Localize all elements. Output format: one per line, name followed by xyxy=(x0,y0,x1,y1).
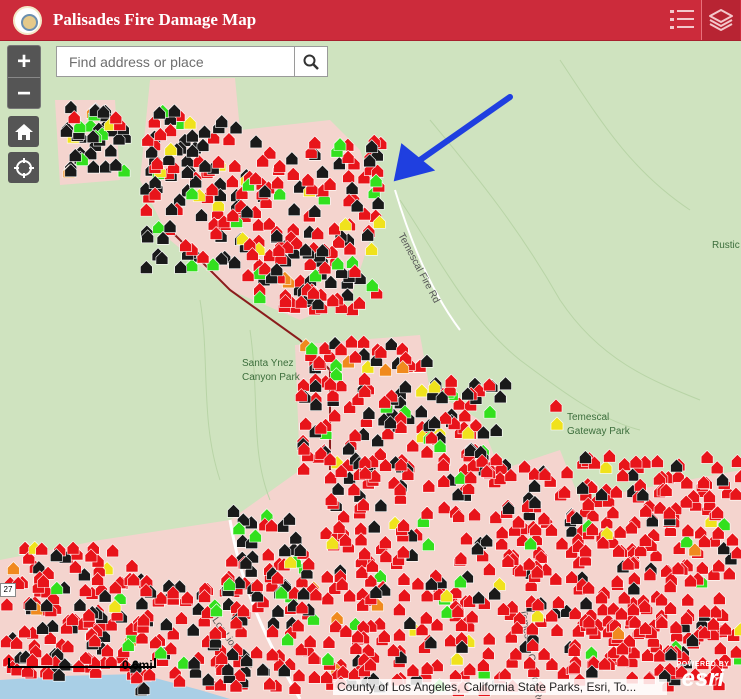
page-title: Palisades Fire Damage Map xyxy=(53,10,257,29)
home-button[interactable] xyxy=(8,116,39,147)
zoom-out-button[interactable]: − xyxy=(8,78,40,109)
search-icon xyxy=(303,54,319,70)
search-box xyxy=(56,46,328,77)
layers-icon xyxy=(709,9,733,31)
esri-wordmark: esri xyxy=(681,665,725,692)
park-label-rustic: Rustic xyxy=(712,240,740,251)
park-label-gateway-park: Gateway Park xyxy=(567,426,631,437)
city-seal-logo xyxy=(13,5,42,35)
highway-shield: 27 xyxy=(0,583,16,597)
fire-damage-map[interactable]: Temescal Fire Rd Los Liones Dr Temescal … xyxy=(0,41,741,699)
locate-icon xyxy=(13,157,34,178)
search-input[interactable] xyxy=(57,47,294,76)
park-label-santa-ynez: Santa Ynez xyxy=(242,358,294,369)
home-icon xyxy=(14,123,33,140)
map-attribution[interactable]: County of Los Angeles, California State … xyxy=(333,679,667,695)
app-header: Palisades Fire Damage Map xyxy=(0,0,741,41)
locate-button[interactable] xyxy=(8,152,39,183)
park-label-temescal: Temescal xyxy=(567,412,609,423)
legend-list-icon xyxy=(670,10,694,29)
legend-button[interactable] xyxy=(663,0,701,40)
search-button[interactable] xyxy=(294,47,327,76)
zoom-control: + − xyxy=(7,45,41,109)
layers-button[interactable] xyxy=(702,0,740,40)
park-label-canyon-park: Canyon Park xyxy=(242,372,301,383)
esri-logo[interactable]: POWERED BY esri xyxy=(672,661,734,695)
scale-label: 0.6mi xyxy=(122,658,153,672)
zoom-in-button[interactable]: + xyxy=(8,46,40,78)
